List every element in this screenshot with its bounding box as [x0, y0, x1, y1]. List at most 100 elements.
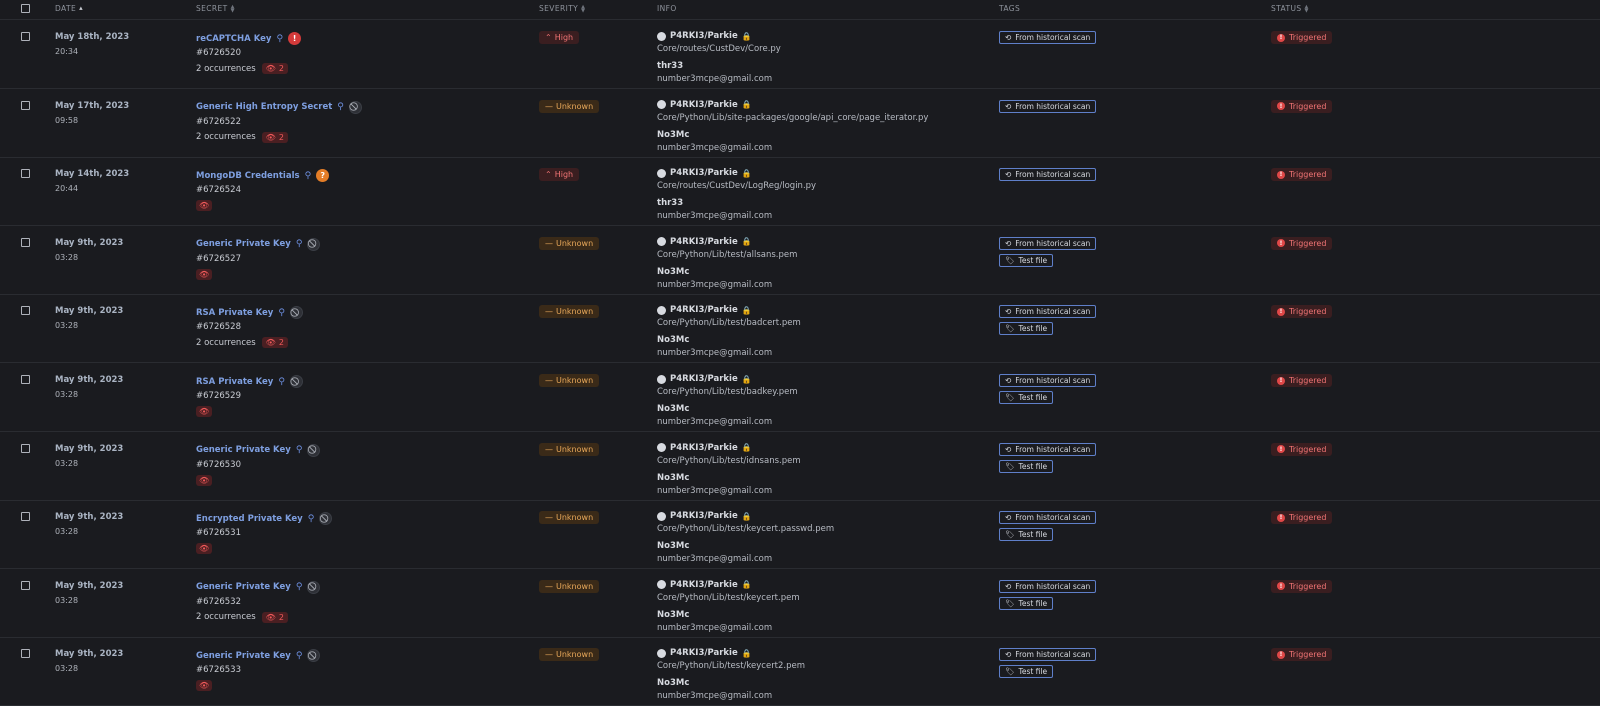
search-icon[interactable]: ⚲ — [337, 102, 344, 112]
repo-name-link[interactable]: P4RKI3/Parkie — [670, 100, 738, 110]
repo-name-link[interactable]: P4RKI3/Parkie — [670, 168, 738, 178]
secret-name-link[interactable]: reCAPTCHA Key — [196, 34, 271, 44]
search-icon[interactable]: ⚲ — [276, 34, 283, 44]
table-row[interactable]: May 18th, 2023 20:34 reCAPTCHA Key ⚲ ! #… — [0, 21, 1600, 89]
row-checkbox[interactable] — [21, 512, 30, 522]
repo-name-link[interactable]: P4RKI3/Parkie — [670, 305, 738, 315]
tag-historical-scan[interactable]: ⟲ From historical scan — [999, 511, 1097, 525]
views-badge[interactable]: 👁 — [196, 406, 213, 417]
row-checkbox[interactable] — [21, 32, 30, 41]
row-checkbox[interactable] — [21, 306, 30, 316]
occurrences: 👁 — [196, 474, 213, 486]
table-row[interactable]: May 17th, 2023 09:58 Generic High Entrop… — [0, 90, 1600, 158]
tag-label: Test file — [1018, 667, 1048, 677]
repository: P4RKI3/Parkie 🔒 — [657, 168, 752, 178]
views-badge[interactable]: 👁 — [196, 268, 213, 280]
views-badge[interactable]: 👁 2 — [261, 611, 288, 623]
table-row[interactable]: May 9th, 2023 03:28 RSA Private Key ⚲ ⃠ … — [0, 295, 1600, 364]
search-icon[interactable]: ⚲ — [296, 239, 303, 249]
tag-historical-scan[interactable]: ⟲ From historical scan — [999, 442, 1097, 456]
tag-historical-scan[interactable]: ⟲ From historical scan — [999, 168, 1097, 182]
search-icon[interactable]: ⚲ — [278, 308, 285, 318]
table-row[interactable]: May 9th, 2023 03:28 Generic Private Key … — [0, 433, 1600, 501]
repo-name-link[interactable]: P4RKI3/Parkie — [670, 31, 738, 41]
tag-historical-scan[interactable]: ⟲ From historical scan — [999, 579, 1097, 593]
eye-icon: 👁 — [265, 64, 276, 73]
repo-name-link[interactable]: P4RKI3/Parkie — [670, 443, 738, 453]
views-badge[interactable]: 👁 2 — [261, 337, 288, 349]
repo-name-link[interactable]: P4RKI3/Parkie — [670, 511, 738, 521]
tag-test-file[interactable]: 🏷 Test file — [999, 528, 1054, 542]
tag-test-file[interactable]: 🏷 Test file — [999, 459, 1054, 473]
secret-name-link[interactable]: RSA Private Key — [196, 377, 273, 387]
secret-id: #6726527 — [196, 253, 241, 264]
search-icon[interactable]: ⚲ — [296, 445, 303, 455]
views-badge[interactable]: 👁 — [196, 200, 213, 212]
secret-name-link[interactable]: Generic Private Key — [196, 582, 291, 592]
eye-icon: 👁 — [265, 338, 276, 348]
header-secret[interactable]: SECRET ▲ ▼ — [196, 4, 235, 13]
tag-historical-scan[interactable]: ⟲ From historical scan — [999, 305, 1097, 319]
secret-name-link[interactable]: RSA Private Key — [196, 308, 273, 318]
views-badge[interactable]: 👁 — [196, 543, 213, 555]
severity-badge: — Unknown — [539, 99, 600, 113]
status-label: Triggered — [1289, 238, 1327, 248]
secret-name-group: RSA Private Key ⚲ ⃠ — [196, 375, 303, 388]
secret-name-group: Generic Private Key ⚲ ⃠ — [196, 443, 321, 457]
table-row[interactable]: May 9th, 2023 03:28 Generic Private Key … — [0, 570, 1600, 638]
secret-name-link[interactable]: Generic Private Key — [196, 239, 291, 249]
repo-name-link[interactable]: P4RKI3/Parkie — [670, 648, 738, 658]
tag-historical-scan[interactable]: ⟲ From historical scan — [999, 236, 1097, 250]
table-row[interactable]: May 9th, 2023 03:28 Generic Private Key … — [0, 638, 1600, 706]
table-row[interactable]: May 9th, 2023 03:28 Encrypted Private Ke… — [0, 501, 1600, 570]
tag-test-file[interactable]: 🏷 Test file — [999, 322, 1054, 336]
lock-icon: 🔒 — [741, 648, 752, 658]
row-checkbox[interactable] — [21, 237, 30, 247]
status-badge: ! Triggered — [1271, 511, 1333, 525]
views-badge[interactable]: 👁 2 — [261, 63, 288, 74]
tag-historical-scan[interactable]: ⟲ From historical scan — [999, 648, 1097, 662]
secret-name-link[interactable]: Generic Private Key — [196, 651, 291, 661]
row-checkbox[interactable] — [21, 649, 30, 659]
repo-name-link[interactable]: P4RKI3/Parkie — [670, 580, 738, 590]
table-row[interactable]: May 9th, 2023 03:28 Generic Private Key … — [0, 227, 1600, 295]
secret-name-link[interactable]: Generic Private Key — [196, 445, 291, 455]
tag-icon: 🏷 — [1005, 598, 1015, 608]
secret-name-link[interactable]: MongoDB Credentials — [196, 171, 300, 181]
table-row[interactable]: May 9th, 2023 03:28 RSA Private Key ⚲ ⃠ … — [0, 364, 1600, 432]
repo-name-link[interactable]: P4RKI3/Parkie — [670, 374, 738, 384]
severity-icon: — — [545, 650, 553, 660]
table-row[interactable]: May 14th, 2023 20:44 MongoDB Credentials… — [0, 158, 1600, 227]
tag-historical-scan[interactable]: ⟲ From historical scan — [999, 99, 1097, 113]
tag-test-file[interactable]: 🏷 Test file — [999, 391, 1054, 404]
tag-historical-scan[interactable]: ⟲ From historical scan — [999, 374, 1097, 387]
status-label: Triggered — [1289, 444, 1327, 454]
row-checkbox[interactable] — [21, 443, 30, 453]
search-icon[interactable]: ⚲ — [296, 582, 303, 592]
tag-test-file[interactable]: 🏷 Test file — [999, 253, 1054, 267]
row-checkbox[interactable] — [21, 100, 30, 110]
views-badge[interactable]: 👁 — [196, 474, 213, 486]
search-icon[interactable]: ⚲ — [296, 651, 303, 661]
tag-test-file[interactable]: 🏷 Test file — [999, 596, 1054, 610]
select-all-checkbox[interactable] — [21, 4, 30, 13]
secret-id: #6726529 — [196, 391, 241, 401]
secret-name-link[interactable]: Encrypted Private Key — [196, 514, 303, 524]
views-badge[interactable]: 👁 — [196, 680, 213, 692]
row-checkbox[interactable] — [21, 580, 30, 590]
tag-test-file[interactable]: 🏷 Test file — [999, 665, 1054, 679]
search-icon[interactable]: ⚲ — [278, 377, 285, 387]
header-severity[interactable]: SEVERITY ▲ ▼ — [539, 4, 585, 13]
header-status[interactable]: STATUS ▲ ▼ — [1271, 4, 1309, 13]
views-badge[interactable]: 👁 2 — [261, 131, 288, 143]
header-date[interactable]: DATE ▴ — [55, 4, 83, 13]
search-icon[interactable]: ⚲ — [305, 171, 312, 181]
repo-name-link[interactable]: P4RKI3/Parkie — [670, 237, 738, 247]
search-icon[interactable]: ⚲ — [308, 514, 315, 524]
row-checkbox[interactable] — [21, 375, 30, 384]
severity-badge: — Unknown — [539, 648, 600, 662]
row-time: 03:28 — [55, 321, 79, 331]
secret-name-link[interactable]: Generic High Entropy Secret — [196, 102, 332, 112]
tag-historical-scan[interactable]: ⟲ From historical scan — [999, 31, 1097, 44]
row-checkbox[interactable] — [21, 169, 30, 179]
